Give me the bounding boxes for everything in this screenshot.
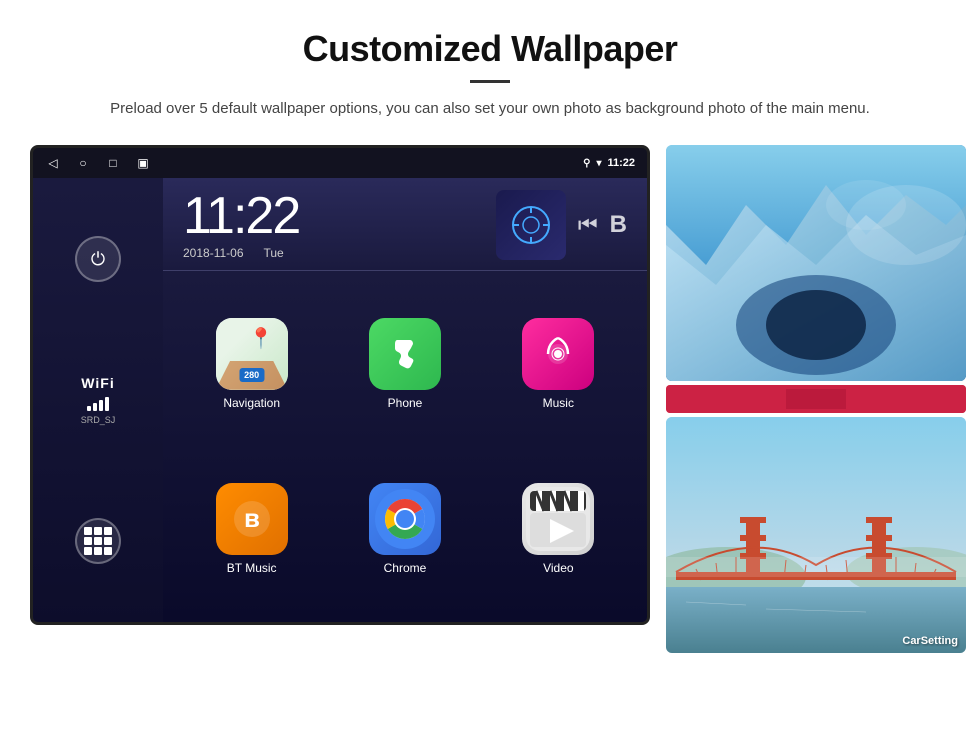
svg-text:ʙ: ʙ	[244, 503, 260, 533]
bluetooth-indicator: B	[610, 211, 627, 239]
wifi-bar-2	[93, 403, 97, 411]
navigation-app-label: Navigation	[223, 396, 280, 410]
wifi-bar-1	[87, 406, 91, 411]
page-title: Customized Wallpaper	[60, 28, 920, 70]
recent-nav-icon[interactable]: □	[105, 155, 121, 171]
clock-area: 11:22 2018-11-06 Tue	[163, 178, 647, 271]
highway-badge: 280	[239, 368, 264, 382]
status-left: ◁ ○ □ ▣	[45, 155, 151, 171]
apps-button[interactable]	[75, 518, 121, 564]
wifi-bar-3	[99, 400, 103, 411]
clock-info: 11:22 2018-11-06 Tue	[183, 190, 476, 260]
wallpaper-preview-mid[interactable]	[666, 385, 966, 413]
app-item-btmusic[interactable]: ʙ BT Music	[175, 447, 328, 613]
content-area: ◁ ○ □ ▣ ⚲ ▾ 11:22 ⏻ WiFi	[0, 137, 980, 653]
wifi-bar-4	[105, 397, 109, 411]
music-app-icon	[522, 318, 594, 390]
app-grid: 280 📍 Navigation Phone	[163, 271, 647, 622]
app-item-chrome[interactable]: Chrome	[328, 447, 481, 613]
btmusic-app-icon: ʙ	[216, 483, 288, 555]
video-app-icon	[522, 483, 594, 555]
wallpaper-preview-ice[interactable]	[666, 145, 966, 381]
clock-date: 2018-11-06 Tue	[183, 246, 476, 260]
location-icon: ⚲	[583, 158, 590, 169]
btmusic-app-label: BT Music	[227, 561, 277, 575]
wifi-label: WiFi	[81, 375, 116, 391]
page-subtitle: Preload over 5 default wallpaper options…	[100, 97, 880, 121]
skip-back-button[interactable]: ⏮	[578, 212, 598, 238]
android-main: ⏻ WiFi SRD_SJ	[33, 178, 647, 622]
power-icon: ⏻	[91, 249, 105, 270]
status-time: 11:22	[607, 157, 635, 169]
clock-time: 11:22	[183, 190, 476, 242]
page-header: Customized Wallpaper Preload over 5 defa…	[0, 0, 980, 137]
chrome-app-label: Chrome	[384, 561, 427, 575]
navigation-app-icon: 280 📍	[216, 318, 288, 390]
status-right: ⚲ ▾ 11:22	[583, 157, 635, 169]
phone-app-icon	[369, 318, 441, 390]
video-app-label: Video	[543, 561, 573, 575]
music-app-label: Music	[543, 396, 574, 410]
power-button[interactable]: ⏻	[75, 236, 121, 282]
clock-day-value: Tue	[264, 246, 284, 260]
wallpaper-previews: CarSetting	[666, 145, 966, 653]
wifi-ssid: SRD_SJ	[81, 415, 116, 425]
back-nav-icon[interactable]: ◁	[45, 155, 61, 171]
chrome-app-icon	[369, 483, 441, 555]
wifi-status-icon: ▾	[596, 158, 601, 169]
wifi-widget: WiFi SRD_SJ	[81, 375, 116, 425]
status-bar: ◁ ○ □ ▣ ⚲ ▾ 11:22	[33, 148, 647, 178]
media-app-icon[interactable]	[496, 190, 566, 260]
home-nav-icon[interactable]: ○	[75, 155, 91, 171]
screenshot-nav-icon[interactable]: ▣	[135, 155, 151, 171]
left-sidebar: ⏻ WiFi SRD_SJ	[33, 178, 163, 622]
center-content: 11:22 2018-11-06 Tue	[163, 178, 647, 622]
android-device: ◁ ○ □ ▣ ⚲ ▾ 11:22 ⏻ WiFi	[30, 145, 650, 625]
wallpaper-preview-bridge[interactable]: CarSetting	[666, 417, 966, 653]
phone-app-label: Phone	[388, 396, 423, 410]
carsetting-label: CarSetting	[902, 635, 958, 647]
app-item-navigation[interactable]: 280 📍 Navigation	[175, 281, 328, 447]
clock-date-value: 2018-11-06	[183, 246, 244, 260]
nav-pin-icon: 📍	[249, 326, 274, 351]
app-item-phone[interactable]: Phone	[328, 281, 481, 447]
wifi-bars	[81, 395, 116, 411]
app-item-video[interactable]: Video	[482, 447, 635, 613]
app-item-music[interactable]: Music	[482, 281, 635, 447]
title-divider	[470, 80, 510, 83]
app-icons-top: ⏮ B	[496, 190, 627, 260]
apps-grid-icon	[84, 527, 112, 555]
